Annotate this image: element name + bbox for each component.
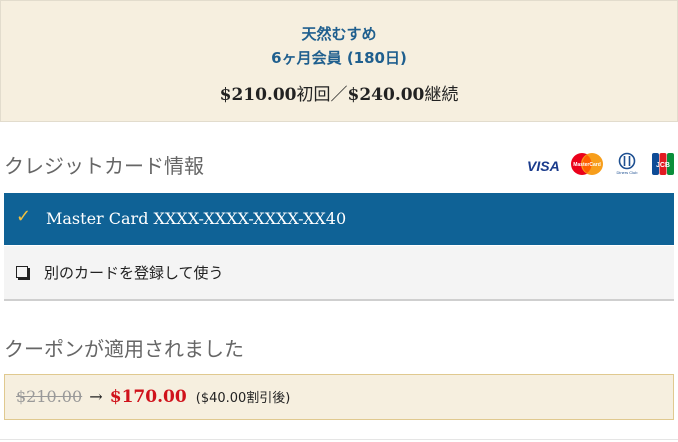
diners-club-logo: Diners Club (617, 152, 639, 175)
new-card-label: 別のカードを登録して使う (44, 264, 224, 282)
new-card-option[interactable]: 別のカードを登録して使う (4, 246, 674, 301)
renewal-price: $240.00 (347, 85, 425, 105)
bottom-divider (0, 439, 678, 440)
initial-suffix: 初回／ (296, 85, 348, 105)
coupon-summary: $210.00 → $170.00 ($40.00割引後) (4, 374, 674, 420)
coupon-title: クーポンが適用されました (4, 337, 244, 361)
original-price: $210.00 (16, 387, 83, 406)
svg-text:VISA: VISA (527, 158, 560, 174)
renewal-suffix: 継続 (424, 85, 459, 105)
visa-logo: VISA (527, 158, 560, 174)
svg-text:JCB: JCB (656, 162, 670, 169)
discounted-price: $170.00 (109, 387, 187, 407)
plan-price: $210.00初回／$240.00継続 (1, 80, 677, 105)
discount-note: ($40.00割引後) (195, 391, 291, 406)
checkbox-icon (16, 266, 28, 278)
plan-duration: 6ヶ月会員 (180日) (271, 49, 407, 67)
initial-price: $210.00 (219, 85, 297, 105)
check-icon: ✓ (16, 206, 32, 227)
mastercard-logo: MasterCard (571, 153, 603, 175)
plan-summary: 天然むすめ 6ヶ月会員 (180日) $210.00初回／$240.00継続 (0, 0, 678, 122)
svg-text:Diners Club: Diners Club (617, 170, 639, 175)
saved-card-option[interactable]: ✓ Master Card XXXX-XXXX-XXXX-XX40 (4, 193, 674, 245)
arrow-icon: → (89, 387, 103, 406)
jcb-logo: JCB (652, 153, 674, 175)
credit-card-title: クレジットカード情報 (4, 154, 204, 178)
plan-name: 天然むすめ (301, 25, 377, 43)
saved-card-label: Master Card XXXX-XXXX-XXXX-XX40 (46, 209, 347, 228)
svg-text:MasterCard: MasterCard (573, 162, 601, 168)
